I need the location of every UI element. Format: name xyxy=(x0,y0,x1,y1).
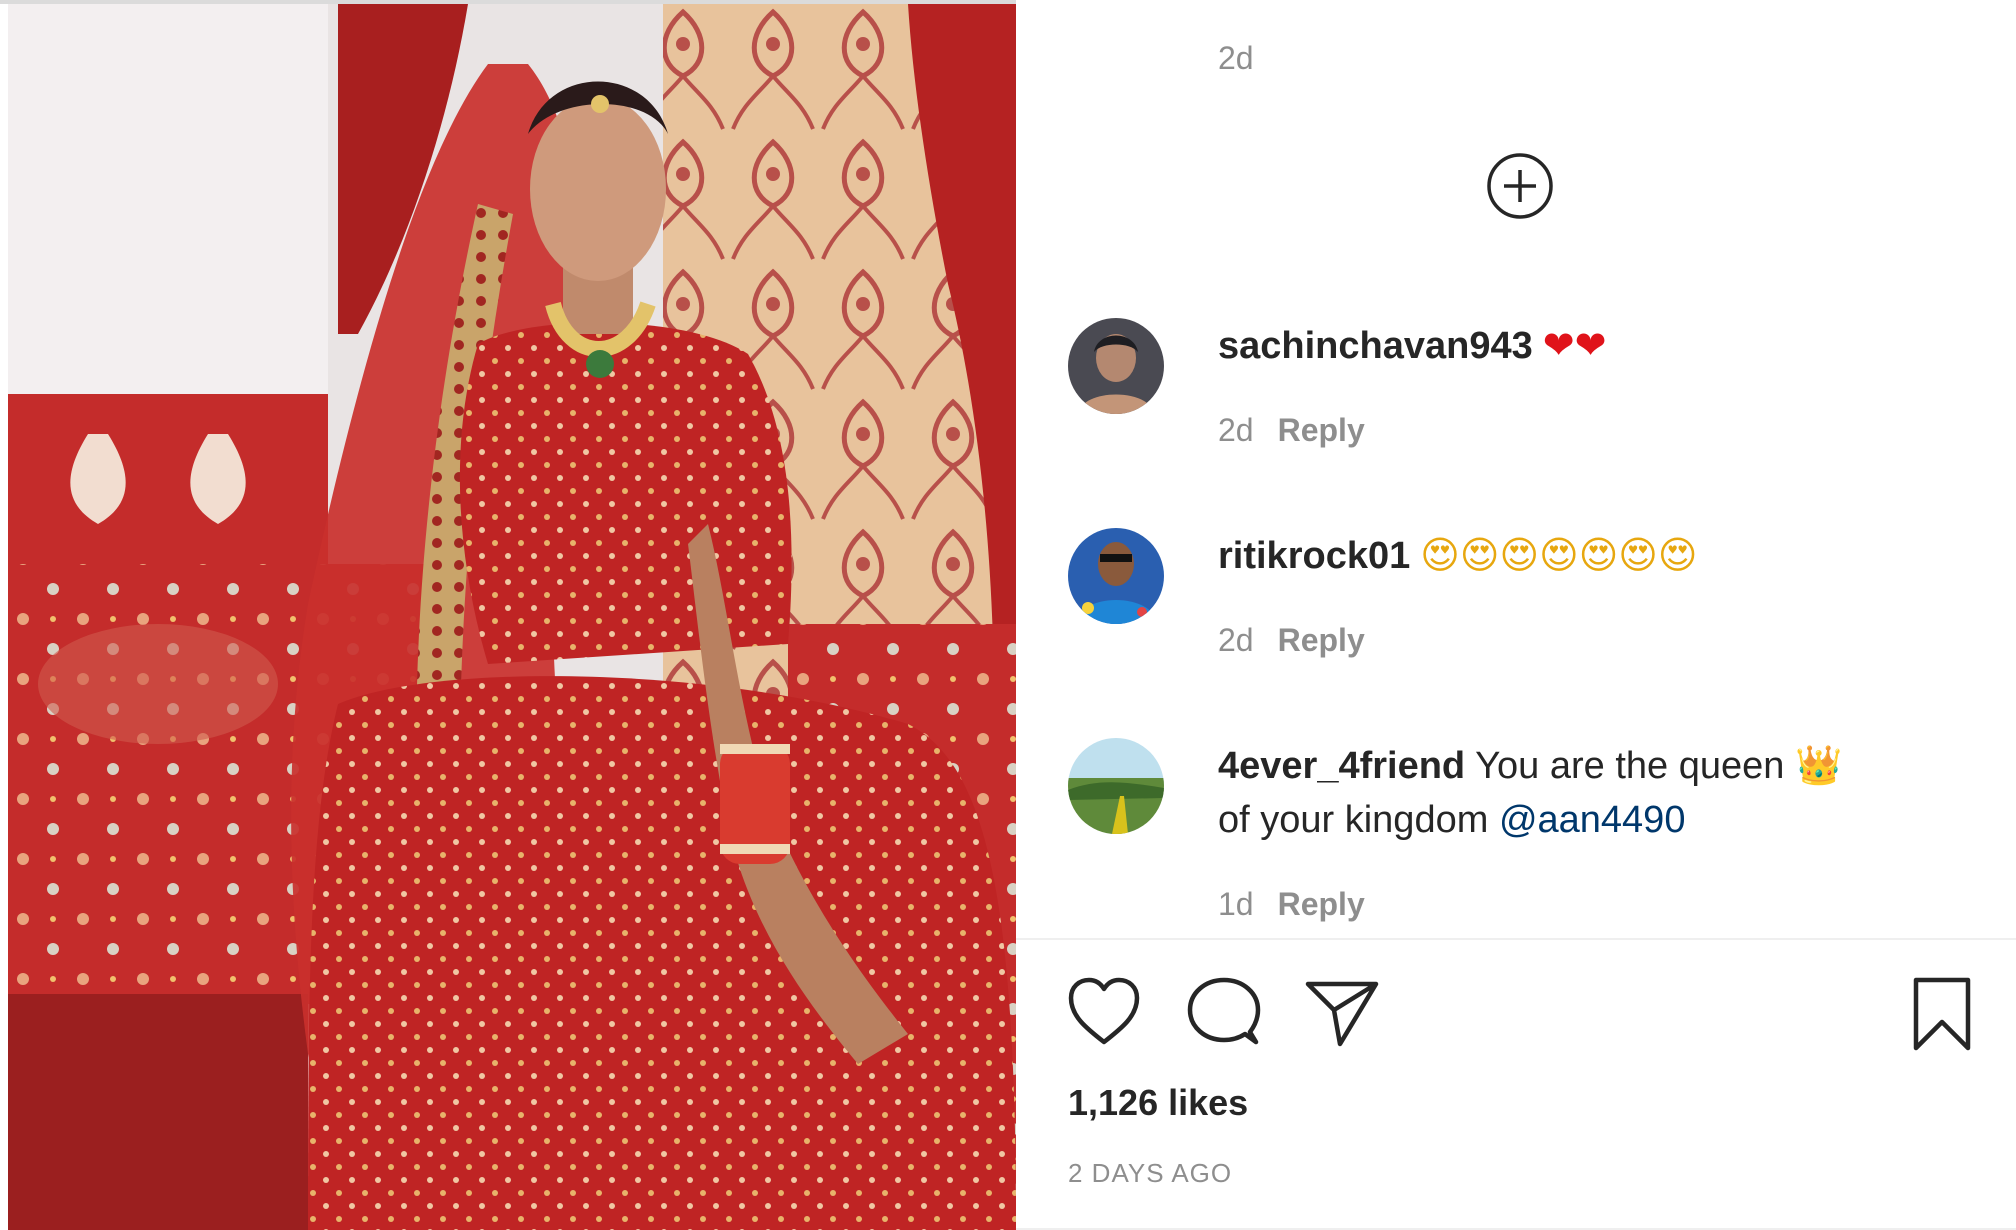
comment-button[interactable] xyxy=(1186,976,1262,1048)
reply-button[interactable]: Reply xyxy=(1278,886,1365,922)
comment-meta: 2d Reply xyxy=(1218,412,1365,449)
post-photo[interactable] xyxy=(8,4,1016,1230)
mention-link[interactable]: @aan4490 xyxy=(1499,799,1686,841)
paper-plane-icon xyxy=(1305,981,1379,1047)
comments-section[interactable]: 2d sachinchavan943 ❤❤ 2d Reply ritikrock… xyxy=(1016,0,2016,938)
comment-time: 2d xyxy=(1218,622,1254,658)
save-button[interactable] xyxy=(1910,976,1974,1052)
comment-username[interactable]: sachinchavan943 xyxy=(1218,325,1533,367)
comment-username[interactable]: 4ever_4friend xyxy=(1218,745,1465,787)
heart-emoji: ❤❤ xyxy=(1542,323,1607,367)
comment-meta: 1d Reply xyxy=(1218,886,1365,923)
post-timestamp[interactable]: 2 DAYS AGO xyxy=(1068,1158,1232,1189)
plus-circle-icon xyxy=(1487,153,1553,219)
comment-bubble-icon xyxy=(1187,977,1261,1045)
comment-meta: 2d Reply xyxy=(1218,622,1365,659)
comment-message: You are the queen xyxy=(1475,745,1785,787)
avatar[interactable] xyxy=(1068,318,1164,414)
crown-emoji: 👑 xyxy=(1794,743,1843,787)
post-side-panel: 2d sachinchavan943 ❤❤ 2d Reply ritikrock… xyxy=(1016,0,2016,1230)
reply-button[interactable]: Reply xyxy=(1278,622,1365,658)
comment-time: 2d xyxy=(1218,412,1254,448)
comment-time: 1d xyxy=(1218,886,1254,922)
likes-count[interactable]: 1,126 likes xyxy=(1068,1082,1248,1124)
share-button[interactable] xyxy=(1304,976,1380,1048)
post-actions-bar xyxy=(1016,976,2016,1056)
comment-message-continued: of your kingdom xyxy=(1218,799,1489,841)
avatar[interactable] xyxy=(1068,738,1164,834)
bookmark-icon xyxy=(1913,977,1971,1051)
reply-button[interactable]: Reply xyxy=(1278,412,1365,448)
post-photo-illustration xyxy=(8,4,1016,1230)
like-button[interactable] xyxy=(1066,976,1142,1048)
comment-text: ritikrock01 😍😍😍😍😍😍😍 xyxy=(1218,528,1938,583)
avatar[interactable] xyxy=(1068,528,1164,624)
load-more-comments-button[interactable] xyxy=(1486,152,1554,220)
comment-text: 4ever_4friend You are the queen 👑 of your… xyxy=(1218,738,1938,847)
comment-text: sachinchavan943 ❤❤ xyxy=(1218,318,1938,373)
heart-icon xyxy=(1068,977,1140,1045)
comment-username[interactable]: ritikrock01 xyxy=(1218,535,1410,577)
previous-comment-timestamp: 2d xyxy=(1218,40,1254,76)
heart-eyes-emoji: 😍😍😍😍😍😍😍 xyxy=(1420,533,1698,577)
divider xyxy=(1016,938,2016,940)
